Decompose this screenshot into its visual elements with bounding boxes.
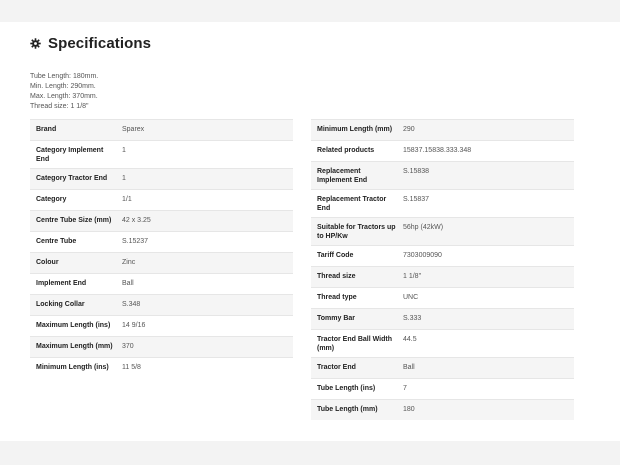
spec-label: Maximum Length (mm) (36, 343, 113, 350)
page-bottom-band (0, 441, 620, 465)
spec-row: Tube Length (ins) 7 (311, 378, 574, 399)
spec-row: Centre Tube Size (mm) 42 x 3.25 (30, 210, 293, 231)
spec-row: Category 1/1 (30, 189, 293, 210)
spec-value: 370 (122, 343, 134, 350)
spec-value: Ball (403, 364, 415, 371)
spec-label: Tractor End (317, 364, 356, 371)
summary-line: Thread size: 1 1/8" (30, 103, 89, 110)
spec-table-right: Minimum Length (mm) 290 Related products 15… (311, 119, 574, 420)
spec-label: Tariff Code (317, 252, 354, 259)
spec-label: Related products (317, 147, 375, 154)
spec-label: Maximum Length (ins) (36, 322, 111, 329)
spec-label: Colour (36, 259, 59, 266)
spec-row: Maximum Length (ins) 14 9/16 (30, 315, 293, 336)
spec-label: Minimum Length (ins) (36, 364, 109, 371)
spec-label: Category (36, 196, 67, 203)
spec-value: UNC (403, 294, 419, 301)
spec-row: Category Tractor End 1 (30, 168, 293, 189)
page-top-band (0, 0, 620, 22)
spec-label: Suitable for Tractors up to HP/Kw (317, 224, 396, 240)
spec-value: S.15837 (403, 196, 430, 203)
spec-row: Minimum Length (ins) 11 5/8 (30, 357, 293, 378)
spec-label: Minimum Length (mm) (317, 126, 393, 133)
spec-label: Category Tractor End (36, 175, 108, 182)
spec-value: 1 (122, 175, 126, 182)
spec-value: 180 (403, 406, 415, 413)
spec-label: Centre Tube (36, 238, 77, 245)
spec-row: Thread size 1 1/8" (311, 266, 574, 287)
spec-row: Minimum Length (mm) 290 (311, 119, 574, 140)
spec-value: 7303009090 (403, 252, 442, 259)
spec-value: 42 x 3.25 (122, 217, 151, 224)
spec-row: Thread type UNC (311, 287, 574, 308)
spec-label: Tommy Bar (317, 315, 355, 322)
spec-value: Zinc (122, 259, 136, 266)
spec-value: Sparex (122, 126, 145, 133)
spec-value: 1/1 (122, 196, 132, 203)
spec-row: Implement End Ball (30, 273, 293, 294)
section-header: Specifications (30, 35, 151, 52)
spec-value: 1 1/8" (403, 273, 422, 280)
spec-value: S.15237 (122, 238, 149, 245)
spec-row: Tariff Code 7303009090 (311, 245, 574, 266)
spec-row: Locking Collar S.348 (30, 294, 293, 315)
spec-value: S.348 (122, 301, 141, 308)
spec-row: Suitable for Tractors up to HP/Kw 56hp (4… (311, 217, 574, 245)
spec-label: Thread size (317, 273, 356, 280)
spec-row: Category Implement End 1 (30, 140, 293, 168)
spec-value: 44.5 (403, 336, 417, 343)
spec-value: 14 9/16 (122, 322, 146, 329)
spec-summary: Tube Length: 180mm. Min. Length: 290mm. … (30, 72, 98, 112)
spec-row: Tractor End Ball (311, 357, 574, 378)
spec-row: Tractor End Ball Width (mm) 44.5 (311, 329, 574, 357)
specifications-panel: Specifications Tube Length: 180mm. Min. … (0, 22, 620, 441)
spec-row: Brand Sparex (30, 119, 293, 140)
spec-row: Related products 15837.15838.333.348 (311, 140, 574, 161)
spec-value: S.333 (403, 315, 422, 322)
summary-line: Max. Length: 370mm. (30, 93, 98, 100)
spec-row: Replacement Tractor End S.15837 (311, 189, 574, 217)
spec-value: 15837.15838.333.348 (403, 147, 472, 154)
section-title: Specifications (48, 35, 152, 52)
spec-label: Replacement Tractor End (317, 196, 387, 212)
spec-row: Tommy Bar S.333 (311, 308, 574, 329)
spec-label: Tube Length (mm) (317, 406, 378, 413)
spec-row: Replacement Implement End S.15838 (311, 161, 574, 189)
spec-label: Centre Tube Size (mm) (36, 217, 112, 224)
gear-icon (30, 38, 41, 49)
spec-value: 11 5/8 (122, 364, 141, 371)
spec-row: Maximum Length (mm) 370 (30, 336, 293, 357)
spec-value: 56hp (42kW) (403, 224, 444, 231)
spec-table-left: Brand Sparex Category Implement End 1 Catego… (30, 119, 293, 378)
spec-value: 1 (122, 147, 126, 154)
spec-row: Colour Zinc (30, 252, 293, 273)
spec-label: Locking Collar (36, 301, 85, 308)
spec-row: Centre Tube S.15237 (30, 231, 293, 252)
spec-value: 290 (403, 126, 415, 133)
spec-value: Ball (122, 280, 134, 287)
spec-label: Tube Length (ins) (317, 385, 376, 392)
spec-label: Tractor End Ball Width (mm) (317, 336, 392, 352)
summary-line: Tube Length: 180mm. (30, 73, 99, 80)
spec-value: 7 (403, 385, 407, 392)
spec-label: Category Implement End (36, 147, 104, 163)
spec-label: Replacement Implement End (317, 168, 368, 184)
spec-label: Implement End (36, 280, 87, 287)
spec-row: Tube Length (mm) 180 (311, 399, 574, 420)
spec-label: Thread type (317, 294, 357, 301)
spec-value: S.15838 (403, 168, 430, 175)
summary-line: Min. Length: 290mm. (30, 83, 96, 90)
spec-label: Brand (36, 126, 57, 133)
